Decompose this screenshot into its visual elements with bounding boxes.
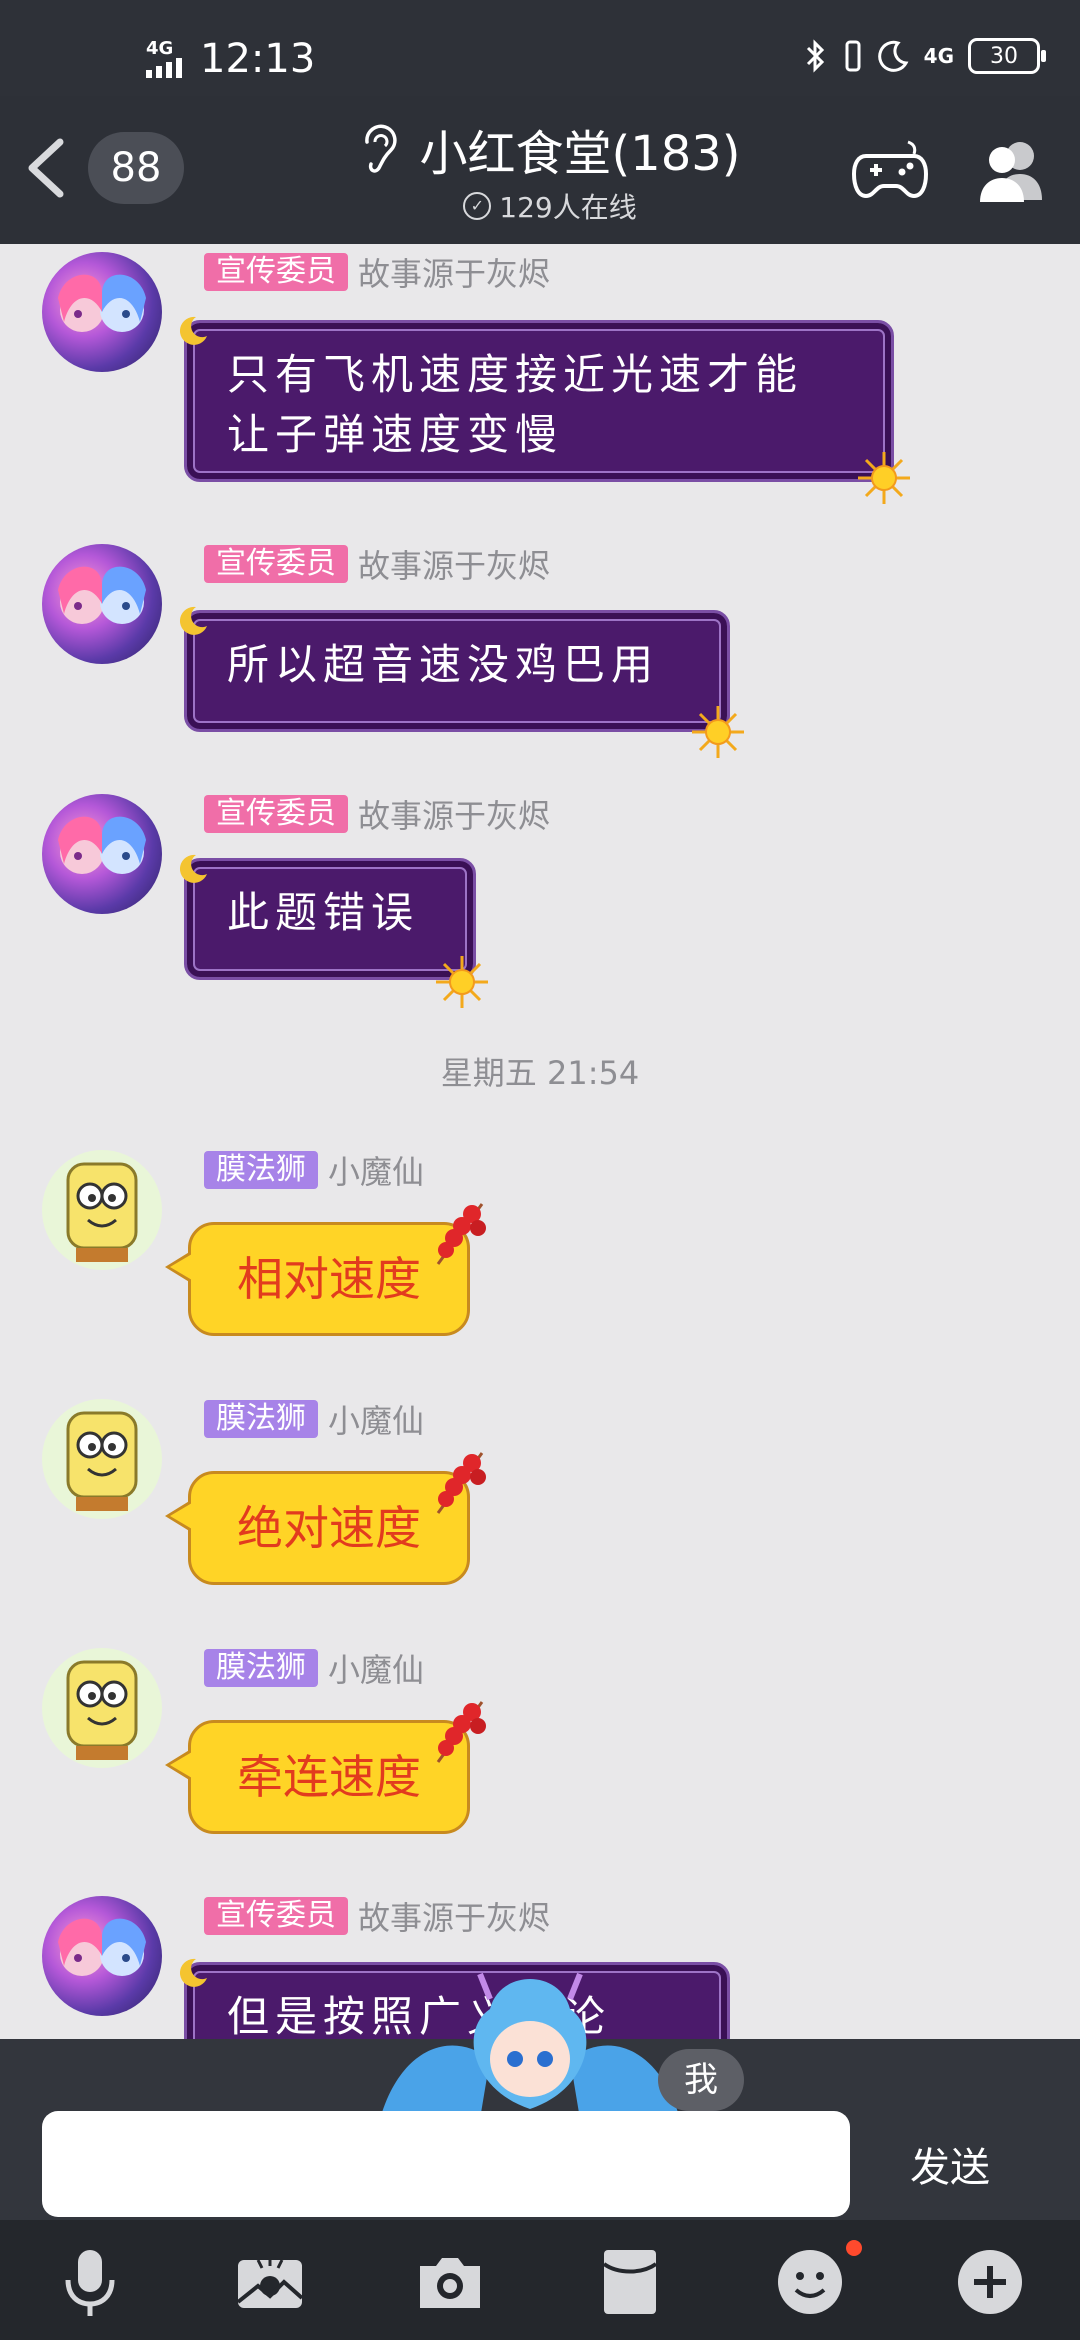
me-badge[interactable]: 我 bbox=[658, 2049, 744, 2111]
member-title-tag: 宣传委员 bbox=[204, 1897, 348, 1935]
avatar[interactable] bbox=[42, 794, 162, 914]
sender-name[interactable]: 小魔仙 bbox=[328, 1147, 424, 1193]
back-arrow-icon[interactable] bbox=[22, 138, 72, 198]
sender-name[interactable]: 故事源于灰烬 bbox=[358, 249, 550, 295]
member-title-tag: 膜法狮 bbox=[204, 1400, 318, 1438]
emoji-icon[interactable] bbox=[774, 2246, 846, 2318]
member-title-tag: 膜法狮 bbox=[204, 1649, 318, 1687]
candied-hawthorn-icon bbox=[436, 1203, 486, 1265]
sender-meta: 宣传委员 故事源于灰烬 bbox=[204, 791, 550, 837]
group-title: 小红食堂(183) bbox=[419, 126, 741, 182]
sender-meta: 宣传委员 故事源于灰烬 bbox=[204, 249, 550, 295]
unread-count-badge[interactable]: 88 bbox=[88, 132, 184, 204]
sender-meta: 膜法狮 小魔仙 bbox=[204, 1147, 424, 1193]
notification-dot bbox=[846, 2240, 862, 2256]
member-title-tag: 宣传委员 bbox=[204, 545, 348, 583]
send-button[interactable]: 发送 bbox=[880, 2135, 1020, 2195]
chat-header: 88 小红食堂(183) ✓ 129人在线 bbox=[0, 96, 1080, 244]
message-text: 绝对速度 bbox=[237, 1501, 421, 1555]
message-list[interactable]: 宣传委员 故事源于灰烬 只有飞机速度接近光速才能 让子弹速度变慢 宣传委员 故事… bbox=[0, 244, 1080, 2039]
avatar[interactable] bbox=[42, 1648, 162, 1768]
bluetooth-icon bbox=[806, 39, 824, 73]
picture-icon[interactable] bbox=[234, 2246, 306, 2318]
crescent-moon-icon bbox=[179, 316, 207, 345]
sender-meta: 宣传委员 故事源于灰烬 bbox=[204, 541, 550, 587]
message-text-line: 所以超音速没鸡巴用 bbox=[227, 640, 660, 689]
candied-hawthorn-icon bbox=[436, 1701, 486, 1763]
sender-meta: 膜法狮 小魔仙 bbox=[204, 1396, 424, 1442]
battery-level: 30 bbox=[990, 43, 1018, 69]
online-label: 129人在线 bbox=[499, 191, 637, 224]
avatar[interactable] bbox=[42, 1150, 162, 1270]
avatar[interactable] bbox=[42, 252, 162, 372]
message-text: 相对速度 bbox=[237, 1252, 421, 1306]
anime-avatar-art bbox=[58, 274, 146, 332]
message-bubble[interactable]: 牵连速度 bbox=[165, 1720, 470, 1834]
group-members-icon[interactable] bbox=[976, 136, 1048, 204]
sender-name[interactable]: 小魔仙 bbox=[328, 1645, 424, 1691]
red-packet-icon[interactable] bbox=[594, 2246, 666, 2318]
sponge-avatar-art bbox=[66, 1162, 138, 1262]
network-label: 4G bbox=[146, 38, 174, 59]
sun-icon bbox=[436, 956, 488, 1008]
crescent-moon-icon bbox=[179, 606, 207, 635]
message-bubble[interactable]: 所以超音速没鸡巴用 bbox=[184, 610, 730, 732]
message-text-line: 让子弹速度变慢 bbox=[227, 410, 564, 459]
avatar[interactable] bbox=[42, 1896, 162, 2016]
online-check-icon: ✓ bbox=[463, 192, 492, 220]
member-title-tag: 宣传委员 bbox=[204, 253, 348, 291]
sender-name[interactable]: 故事源于灰烬 bbox=[358, 1893, 550, 1939]
group-title-area[interactable]: 小红食堂(183) ✓ 129人在线 bbox=[340, 114, 760, 226]
sender-name[interactable]: 小魔仙 bbox=[328, 1396, 424, 1442]
sun-icon bbox=[858, 452, 910, 504]
message-bubble[interactable]: 绝对速度 bbox=[165, 1471, 470, 1585]
time-divider: 星期五 21:54 bbox=[440, 1054, 640, 1092]
avatar[interactable] bbox=[42, 544, 162, 664]
avatar[interactable] bbox=[42, 1399, 162, 1519]
network-label-right: 4G bbox=[923, 44, 954, 68]
moon-icon bbox=[877, 40, 909, 72]
anime-avatar-art bbox=[58, 566, 146, 624]
online-count: ✓ 129人在线 bbox=[340, 186, 760, 226]
message-text: 牵连速度 bbox=[237, 1750, 421, 1804]
crescent-moon-icon bbox=[179, 854, 207, 883]
sun-icon bbox=[692, 706, 744, 758]
game-controller-icon[interactable] bbox=[852, 138, 928, 202]
input-bar: 我 发送 bbox=[0, 1972, 1080, 2220]
message-input[interactable] bbox=[42, 2111, 850, 2217]
clock: 12:13 bbox=[200, 36, 316, 82]
mascot-character-icon[interactable] bbox=[370, 1969, 690, 2119]
candied-hawthorn-icon bbox=[436, 1452, 486, 1514]
message-text-line: 此题错误 bbox=[227, 888, 420, 937]
plus-icon[interactable] bbox=[954, 2246, 1026, 2318]
ear-icon bbox=[365, 124, 398, 173]
sponge-avatar-art bbox=[66, 1660, 138, 1760]
vibrate-icon bbox=[845, 40, 861, 72]
anime-avatar-art bbox=[58, 1918, 146, 1976]
message-bubble[interactable]: 相对速度 bbox=[165, 1222, 470, 1336]
member-title-tag: 膜法狮 bbox=[204, 1151, 318, 1189]
sender-meta: 膜法狮 小魔仙 bbox=[204, 1645, 424, 1691]
status-bar: 4G 12:13 4G 30 bbox=[0, 0, 1080, 96]
member-title-tag: 宣传委员 bbox=[204, 795, 348, 833]
bottom-toolbar bbox=[0, 2220, 1080, 2340]
signal-icon bbox=[146, 58, 182, 78]
microphone-icon[interactable] bbox=[54, 2246, 126, 2318]
message-bubble[interactable]: 只有飞机速度接近光速才能 让子弹速度变慢 bbox=[184, 320, 894, 482]
sponge-avatar-art bbox=[66, 1411, 138, 1511]
crescent-moon-icon bbox=[179, 1958, 207, 1987]
sender-name[interactable]: 故事源于灰烬 bbox=[358, 791, 550, 837]
message-bubble[interactable]: 此题错误 bbox=[184, 858, 476, 980]
battery-icon: 30 bbox=[968, 38, 1046, 74]
sender-name[interactable]: 故事源于灰烬 bbox=[358, 541, 550, 587]
anime-avatar-art bbox=[58, 816, 146, 874]
camera-icon[interactable] bbox=[414, 2246, 486, 2318]
sender-meta: 宣传委员 故事源于灰烬 bbox=[204, 1893, 550, 1939]
message-text-line: 只有飞机速度接近光速才能 bbox=[227, 350, 804, 399]
